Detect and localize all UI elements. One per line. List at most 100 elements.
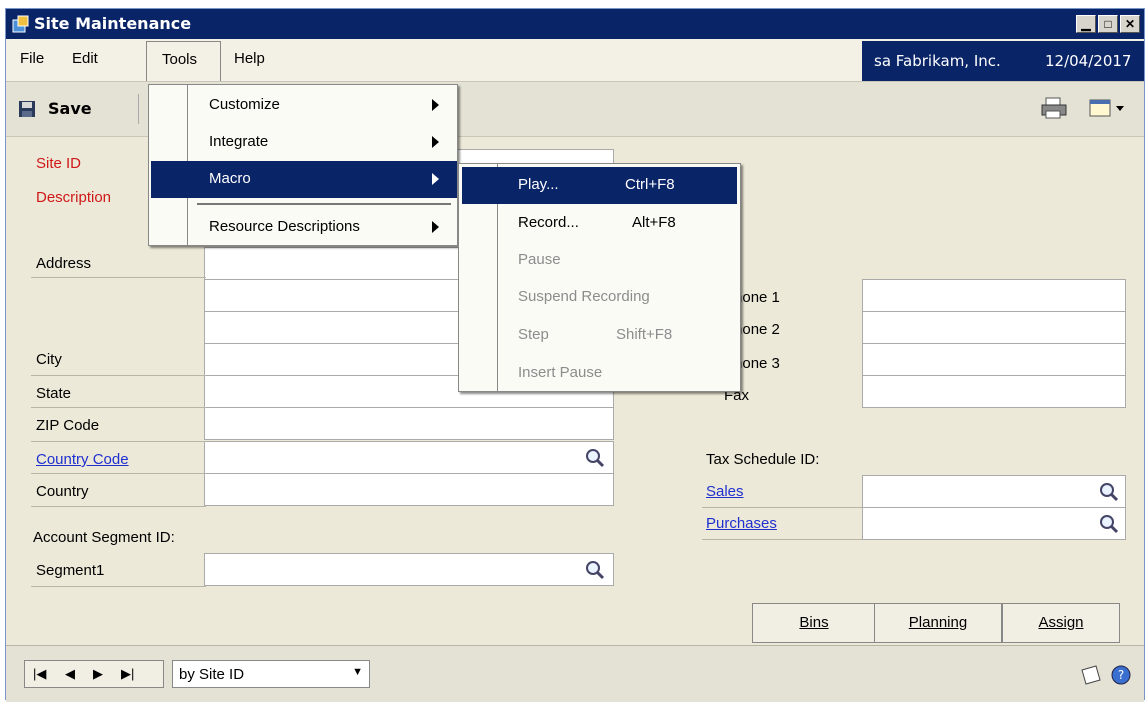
macro-suspend-recording-item: Suspend Recording xyxy=(459,279,740,316)
macro-step-label: Step xyxy=(518,326,549,343)
macro-insert-pause-item: Insert Pause xyxy=(459,355,740,392)
divider xyxy=(31,506,206,507)
submenu-arrow-icon xyxy=(432,99,439,111)
tax-schedule-label: Tax Schedule ID: xyxy=(706,451,820,468)
planning-label: Planning xyxy=(908,614,968,631)
company-name: sa Fabrikam, Inc. xyxy=(874,52,1001,70)
segment1-lookup-icon[interactable] xyxy=(584,559,606,581)
macro-play-shortcut: Ctrl+F8 xyxy=(625,176,675,193)
description-label: Description xyxy=(36,189,112,206)
divider xyxy=(31,407,206,408)
note-icon[interactable] xyxy=(1078,664,1104,686)
tools-menu-customize-label: Customize xyxy=(209,96,280,113)
macro-pause-label: Pause xyxy=(518,251,561,268)
tools-menu-customize[interactable]: Customize xyxy=(149,87,457,124)
sales-lookup-icon[interactable] xyxy=(1098,481,1120,503)
purchases-lookup-icon[interactable] xyxy=(1098,513,1120,535)
macro-insert-pause-label: Insert Pause xyxy=(518,364,603,381)
macro-play-item[interactable]: Play... Ctrl+F8 xyxy=(462,167,737,204)
printer-icon[interactable] xyxy=(1040,96,1068,120)
help-icon-glyph: ? xyxy=(1118,668,1124,682)
divider xyxy=(702,539,862,540)
menu-help[interactable]: Help xyxy=(234,50,265,70)
first-record-icon[interactable]: |◀ xyxy=(33,666,46,682)
menu-bar: File Edit Tools Help sa Fabrikam, Inc. 1… xyxy=(6,39,1144,81)
chevron-down-icon: ▼ xyxy=(352,666,363,678)
sales-link[interactable]: Sales xyxy=(706,483,744,500)
purchases-link[interactable]: Purchases xyxy=(706,515,777,532)
menu-tools-label: Tools xyxy=(162,51,198,68)
country-code-field[interactable] xyxy=(204,441,614,474)
macro-step-shortcut: Shift+F8 xyxy=(616,326,673,343)
toolbar-divider xyxy=(138,94,139,124)
address-label: Address xyxy=(36,255,92,272)
next-record-icon[interactable]: ▶ xyxy=(93,666,103,682)
country-code-lookup-icon[interactable] xyxy=(584,447,606,469)
status-bar: |◀ ◀ ▶ ▶| by Site ID ▼ ? xyxy=(6,645,1144,702)
save-button[interactable]: Save xyxy=(18,96,128,122)
sort-by-value: by Site ID xyxy=(179,666,245,683)
assign-button[interactable]: Assign xyxy=(1002,603,1120,643)
site-id-label: Site ID xyxy=(36,155,82,172)
minimize-button[interactable]: ▁ xyxy=(1076,15,1096,33)
tools-menu-resource-descriptions[interactable]: Resource Descriptions xyxy=(149,209,457,246)
submenu-arrow-icon xyxy=(432,221,439,233)
phone3-field[interactable] xyxy=(862,343,1126,376)
maximize-icon: □ xyxy=(1104,17,1112,31)
zip-code-label: ZIP Code xyxy=(36,417,100,434)
sort-by-select[interactable]: by Site ID ▼ xyxy=(172,660,370,688)
macro-record-item[interactable]: Record... Alt+F8 xyxy=(459,205,740,242)
tools-menu-integrate-label: Integrate xyxy=(209,133,269,150)
macro-suspend-recording-label: Suspend Recording xyxy=(518,288,650,305)
segment1-field[interactable] xyxy=(204,553,614,586)
fax-field[interactable] xyxy=(862,375,1126,408)
help-icon[interactable]: ? xyxy=(1110,664,1132,686)
divider xyxy=(702,507,862,508)
divider xyxy=(31,586,206,587)
maximize-button[interactable]: □ xyxy=(1098,15,1118,33)
bins-label: Bins xyxy=(799,614,829,631)
divider xyxy=(31,473,206,474)
save-label: Save xyxy=(48,99,92,118)
country-field[interactable] xyxy=(204,473,614,506)
divider xyxy=(31,375,206,376)
user-date: 12/04/2017 xyxy=(1045,52,1132,70)
country-code-link[interactable]: Country Code xyxy=(36,451,129,468)
previous-record-icon[interactable]: ◀ xyxy=(65,666,75,682)
save-icon xyxy=(19,101,35,117)
phone1-field[interactable] xyxy=(862,279,1126,312)
last-record-icon[interactable]: ▶| xyxy=(121,666,134,682)
menu-tools[interactable]: Tools xyxy=(146,41,221,81)
menu-separator xyxy=(197,203,451,205)
macro-submenu: Play... Ctrl+F8 Record... Alt+F8 Pause S… xyxy=(458,163,741,392)
macro-record-shortcut: Alt+F8 xyxy=(632,214,676,231)
country-label: Country xyxy=(36,483,89,500)
submenu-arrow-icon xyxy=(432,136,439,148)
app-icon xyxy=(12,15,29,33)
company-info: sa Fabrikam, Inc. 12/04/2017 xyxy=(862,41,1144,81)
purchases-tax-field[interactable] xyxy=(862,507,1126,540)
bins-button[interactable]: Bins xyxy=(752,603,876,643)
phone2-field[interactable] xyxy=(862,311,1126,344)
segment1-label: Segment1 xyxy=(36,562,105,579)
menu-edit[interactable]: Edit xyxy=(72,50,98,70)
window-title: Site Maintenance xyxy=(34,14,192,33)
close-button[interactable]: ✕ xyxy=(1120,15,1140,33)
menu-file[interactable]: File xyxy=(20,50,44,70)
minimize-icon: ▁ xyxy=(1081,17,1091,31)
divider xyxy=(31,441,206,442)
window-options-icon[interactable] xyxy=(1086,96,1126,120)
planning-button[interactable]: Planning xyxy=(874,603,1002,643)
tools-menu-integrate[interactable]: Integrate xyxy=(149,124,457,161)
sales-tax-field[interactable] xyxy=(862,475,1126,508)
submenu-arrow-icon xyxy=(432,173,439,185)
city-label: City xyxy=(36,351,62,368)
macro-step-item: Step Shift+F8 xyxy=(459,317,740,354)
record-navigation: |◀ ◀ ▶ ▶| xyxy=(24,660,164,688)
close-icon: ✕ xyxy=(1124,17,1136,31)
account-segment-label: Account Segment ID: xyxy=(33,529,175,546)
zip-code-field[interactable] xyxy=(204,407,614,440)
macro-pause-item: Pause xyxy=(459,242,740,279)
tools-menu-macro[interactable]: Macro xyxy=(151,161,457,198)
macro-record-label: Record... xyxy=(518,214,579,231)
